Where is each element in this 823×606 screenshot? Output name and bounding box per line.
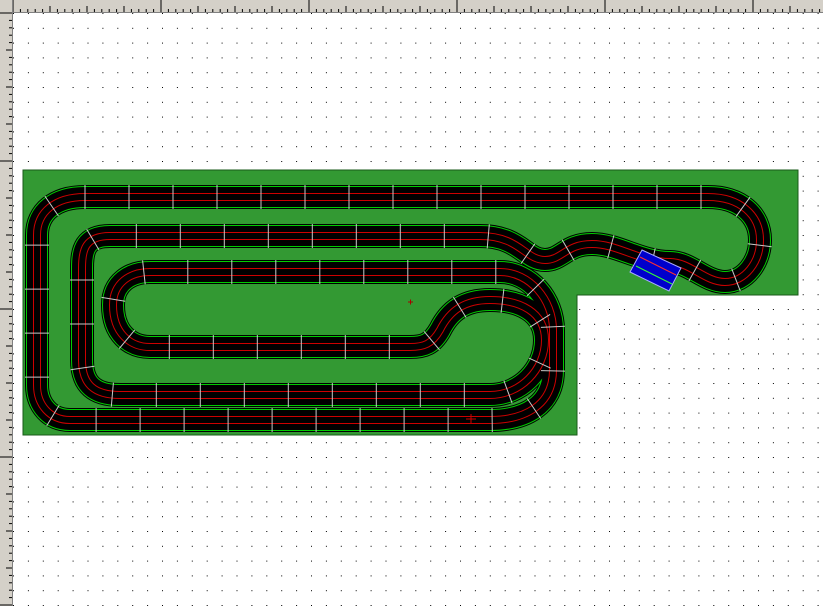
design-canvas[interactable]: [0, 0, 823, 606]
track-joint: [540, 370, 566, 372]
layout-editor: [0, 0, 823, 606]
